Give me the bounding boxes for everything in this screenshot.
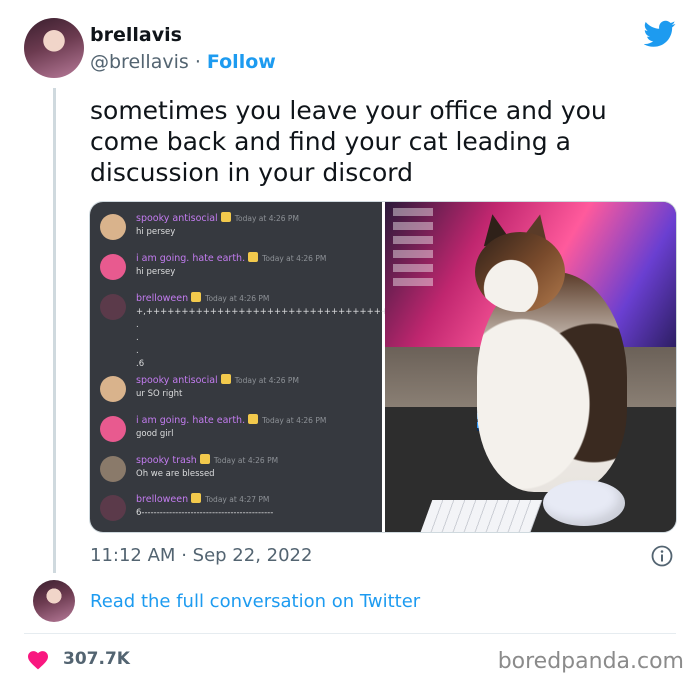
discord-badge-icon xyxy=(191,493,202,503)
discord-message-body: 6---------------------------------------… xyxy=(136,508,274,518)
author-avatar[interactable] xyxy=(24,18,84,78)
read-conversation-link[interactable]: Read the full conversation on Twitter xyxy=(90,591,420,612)
cat-photo[interactable] xyxy=(385,202,676,532)
discord-message-body: ur SO right xyxy=(136,389,183,399)
discord-message-body: hi persey xyxy=(136,267,176,277)
discord-avatar xyxy=(100,416,126,442)
discord-username: spooky antisocial xyxy=(136,213,218,224)
discord-message-header: i am going. hate earth. Today at 4:26 PM xyxy=(136,252,326,264)
discord-timestamp: Today at 4:26 PM xyxy=(262,416,327,425)
discord-username: spooky trash xyxy=(136,455,197,466)
discord-timestamp: Today at 4:26 PM xyxy=(262,254,327,263)
like-count[interactable]: 307.7K xyxy=(63,649,130,669)
discord-username: spooky antisocial xyxy=(136,375,218,386)
discord-avatar xyxy=(100,456,126,482)
discord-message-header: brelloween Today at 4:27 PM xyxy=(136,493,269,505)
cat-head xyxy=(475,232,565,312)
discord-badge-icon xyxy=(199,454,210,464)
tweet-time: 11:12 AM xyxy=(90,545,176,566)
desktop-icons xyxy=(393,208,433,288)
discord-timestamp: Today at 4:26 PM xyxy=(234,376,299,385)
discord-timestamp: Today at 4:27 PM xyxy=(205,495,270,504)
reply-avatar[interactable] xyxy=(33,580,75,622)
discord-badge-icon xyxy=(220,374,231,384)
discord-timestamp: Today at 4:26 PM xyxy=(234,214,299,223)
discord-message-body: +,+++++++++++++++++++++++++++++++++++++ … xyxy=(136,307,410,369)
discord-timestamp: Today at 4:26 PM xyxy=(213,456,279,465)
author-handle[interactable]: @brellavis xyxy=(90,51,189,73)
follow-button[interactable]: Follow xyxy=(207,51,276,73)
discord-message-body: Oh we are blessed xyxy=(136,469,215,479)
discord-avatar xyxy=(100,376,126,402)
tweet-media[interactable]: spooky antisocial Today at 4:26 PM hi pers… xyxy=(89,201,677,533)
tweet-date: Sep 22, 2022 xyxy=(192,545,313,566)
discord-message-body: hi persey xyxy=(136,227,176,237)
discord-screenshot[interactable]: spooky antisocial Today at 4:26 PM hi pers… xyxy=(90,202,409,532)
heart-icon[interactable] xyxy=(27,650,49,670)
tweet-text-line: sometimes you leave your office and you xyxy=(90,96,607,125)
discord-timestamp: Today at 4:26 PM xyxy=(205,294,270,303)
tweet-text: sometimes you leave your office and you … xyxy=(90,95,680,188)
discord-badge-icon xyxy=(248,414,259,424)
discord-username: brelloween xyxy=(136,494,189,505)
discord-avatar xyxy=(100,214,126,240)
timestamp-separator: · xyxy=(181,545,187,566)
discord-username: i am going. hate earth. xyxy=(136,253,246,264)
discord-message-header: spooky trash Today at 4:26 PM xyxy=(136,454,278,466)
tweet-text-line: discussion in your discord xyxy=(90,158,413,187)
tweet-timestamp[interactable]: 11:12 AM · Sep 22, 2022 xyxy=(90,545,312,566)
discord-badge-icon xyxy=(248,252,259,262)
discord-message-body: good girl xyxy=(136,429,174,439)
keyboard xyxy=(417,500,543,532)
discord-avatar xyxy=(100,294,126,320)
discord-badge-icon xyxy=(220,212,231,222)
tweet-text-line: come back and find your cat leading a xyxy=(90,127,571,156)
discord-avatar xyxy=(100,495,126,521)
discord-message-header: brelloween Today at 4:26 PM xyxy=(136,292,269,304)
discord-message-header: i am going. hate earth. Today at 4:26 PM xyxy=(136,414,326,426)
discord-avatar xyxy=(100,254,126,280)
twitter-bird-icon[interactable] xyxy=(644,20,676,48)
handle-separator: · xyxy=(194,51,201,73)
info-icon[interactable] xyxy=(651,545,673,567)
author-handle-row: @brellavis · Follow xyxy=(90,51,276,73)
discord-username: brelloween xyxy=(136,293,189,304)
computer-mouse xyxy=(543,480,625,526)
author-display-name[interactable]: brellavis xyxy=(90,24,182,46)
discord-username: i am going. hate earth. xyxy=(136,415,246,426)
discord-badge-icon xyxy=(191,292,202,302)
divider xyxy=(24,633,676,634)
discord-message-header: spooky antisocial Today at 4:26 PM xyxy=(136,374,299,386)
thread-line xyxy=(53,88,56,573)
discord-message-header: spooky antisocial Today at 4:26 PM xyxy=(136,212,299,224)
watermark-logo: boredpanda.com xyxy=(497,649,684,674)
